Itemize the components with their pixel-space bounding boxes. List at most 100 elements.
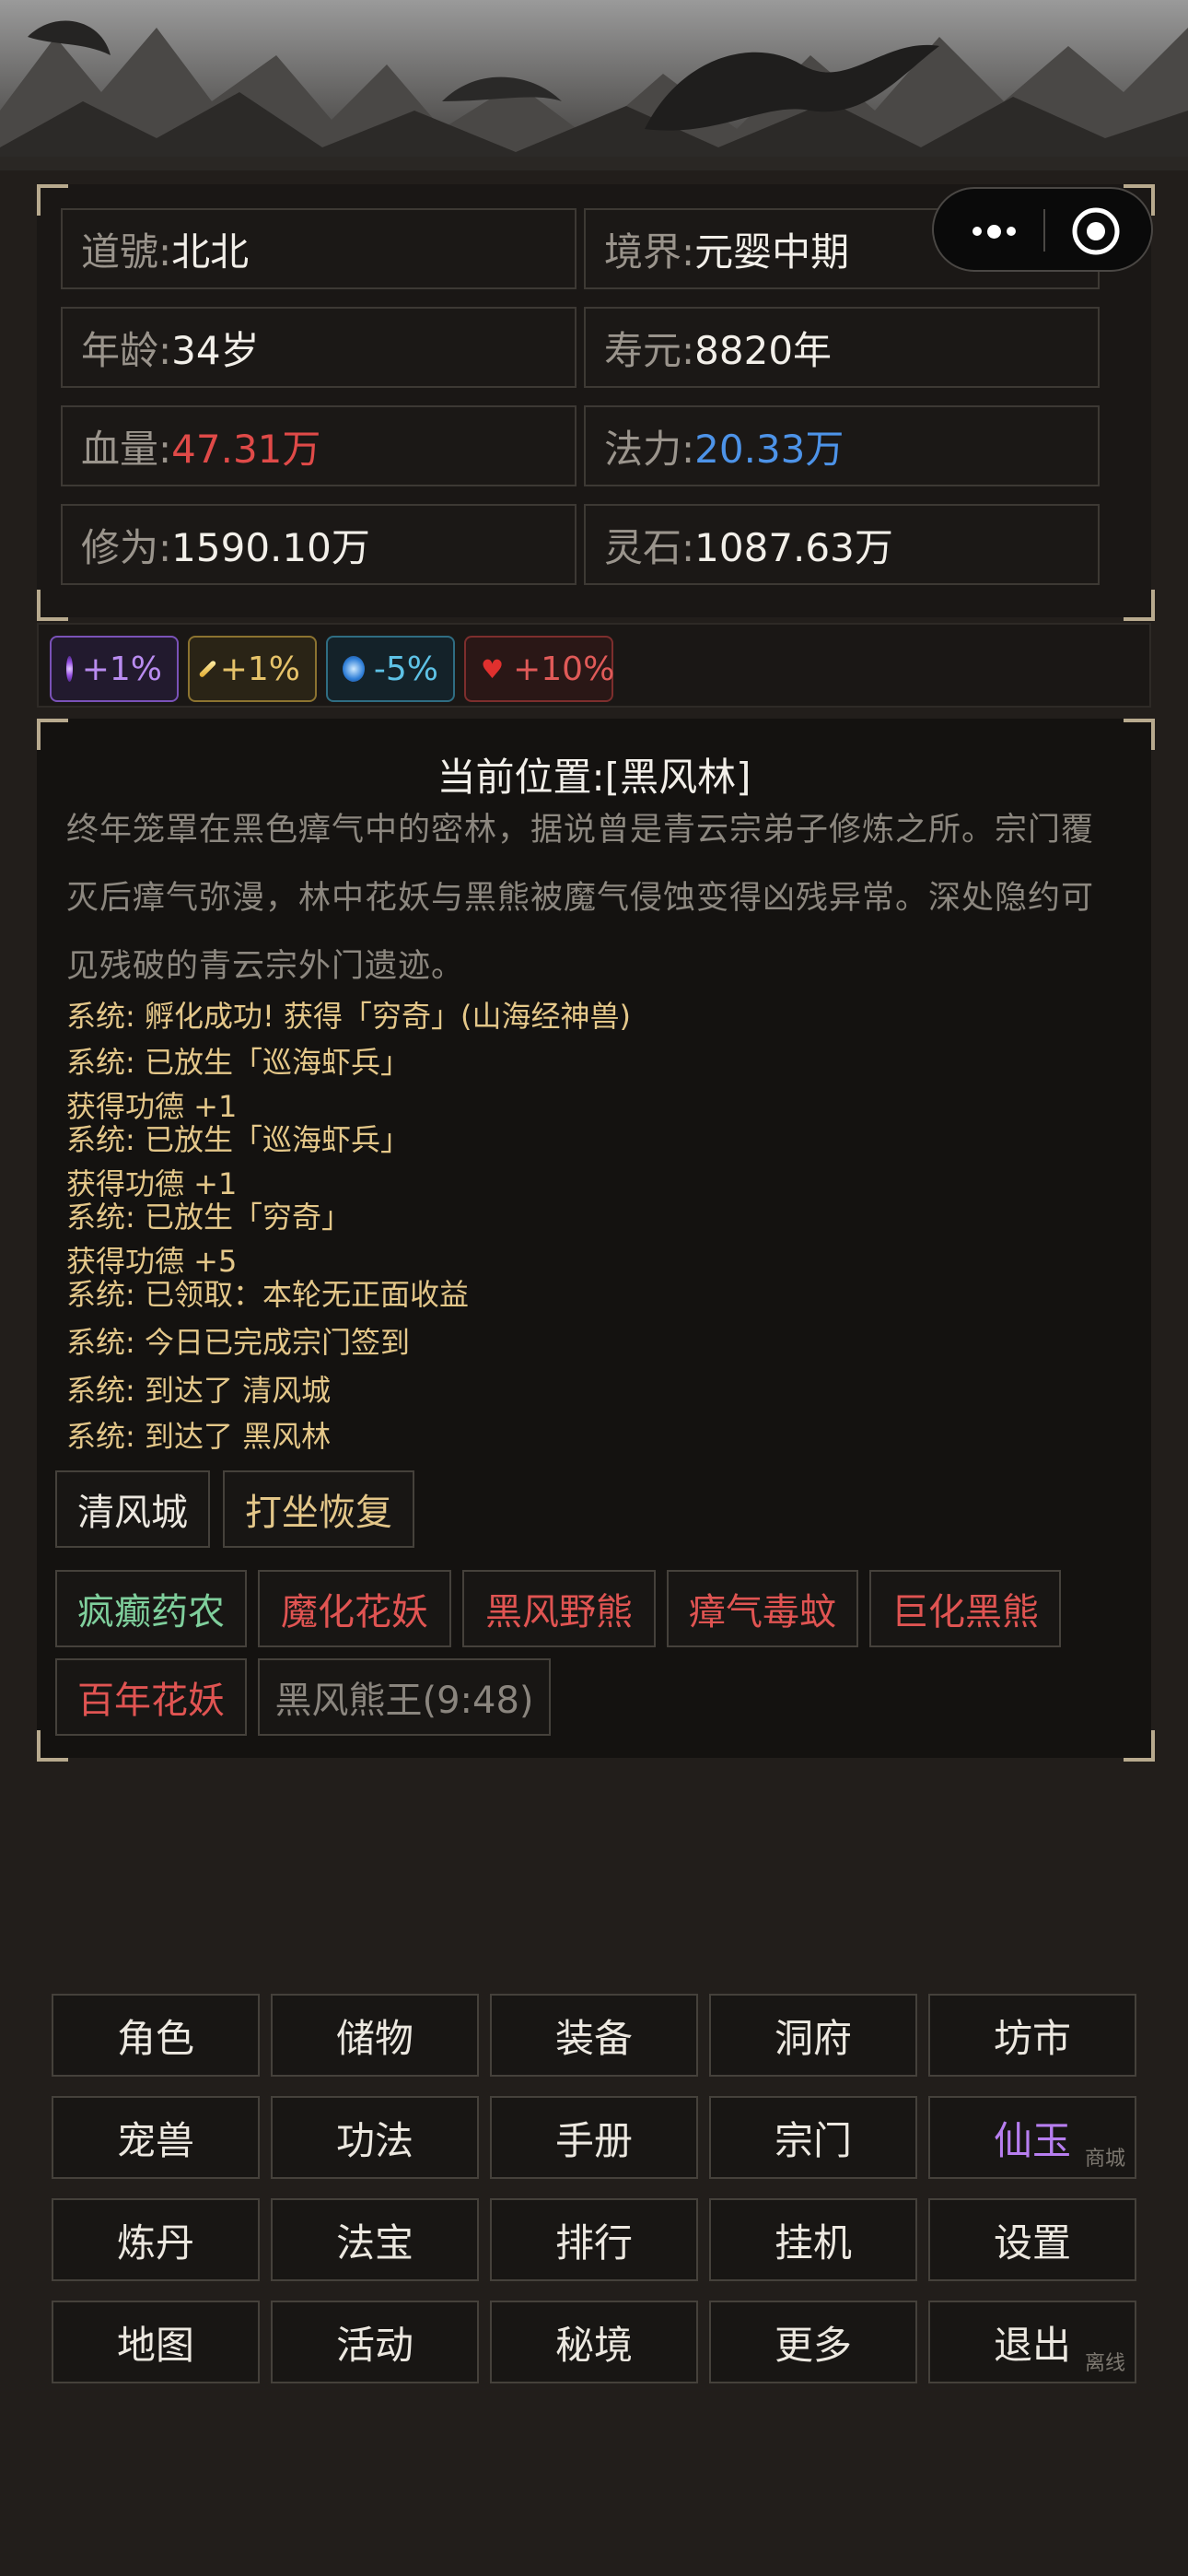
menu-label: 排行 [554,2219,633,2266]
menu-role-button[interactable]: 角色 [52,1994,260,2077]
menu-label: 坊市 [993,2015,1071,2061]
menu-market-button[interactable]: 坊市 [928,1994,1136,2077]
purple-swirl-icon [66,656,73,682]
stat-value: 8820年 [694,327,833,373]
frame-corner [1124,590,1155,621]
menu-label: 法宝 [335,2219,413,2266]
meditate-button[interactable]: 打坐恢复 [223,1470,414,1548]
menu-equipment-button[interactable]: 装备 [490,1994,698,2077]
buff-value: +1% [219,650,300,688]
frame-corner [37,1730,68,1762]
monster-button[interactable]: 百年花妖 [55,1658,247,1736]
monster-button[interactable]: 疯癫药农 [55,1570,247,1647]
menu-map-button[interactable]: 地图 [52,2301,260,2383]
menu-settings-button[interactable]: 设置 [928,2198,1136,2281]
monster-button[interactable]: 黑风野熊 [462,1570,656,1647]
buff-value: -5% [373,650,438,688]
boss-button[interactable]: 黑风熊王(9:48) [258,1658,551,1736]
location-title: 当前位置:[黑风林] [437,755,751,800]
buff-badge[interactable]: ♥ +10% [464,636,614,702]
gold-gem-icon [198,660,217,678]
blue-orb-icon [343,656,365,682]
menu-pets-button[interactable]: 宠兽 [52,2096,260,2179]
stat-value: 1590.10万 [171,524,370,570]
menu-storage-button[interactable]: 储物 [271,1994,479,2077]
menu-logout-button[interactable]: 退出 离线 [928,2301,1136,2383]
menu-label: 更多 [774,2322,852,2368]
header-banner [0,0,1188,170]
stat-shouyuan: 寿元: 8820年 [584,307,1100,388]
menu-label: 宗门 [774,2117,852,2163]
menu-label: 宠兽 [116,2117,194,2163]
stat-label: 修为: [81,524,172,570]
menu-label: 储物 [335,2015,413,2061]
stat-lingshi: 灵石: 1087.63万 [584,504,1100,585]
close-miniprogram-button[interactable] [1070,205,1122,257]
menu-sublabel: 商城 [1084,2148,1125,2171]
capsule-divider [1043,209,1045,252]
buff-badge[interactable]: -5% [326,636,455,702]
stat-value: 1087.63万 [694,524,893,570]
stat-mana: 法力: 20.33万 [584,405,1100,486]
menu-events-button[interactable]: 活动 [271,2301,479,2383]
log-line: 系统: 已放生「穷奇」 [66,1200,351,1235]
log-line: 系统: 孵化成功! 获得「穷奇」(山海经神兽) [66,999,631,1034]
menu-sublabel: 离线 [1084,2352,1125,2375]
log-line: 系统: 已放生「巡海虾兵」 [66,1045,410,1080]
buff-badge[interactable]: +1% [50,636,179,702]
menu-label: 设置 [993,2219,1071,2266]
more-dots-icon [972,224,1016,239]
stat-xiuwei: 修为: 1590.10万 [61,504,577,585]
frame-corner [37,184,68,216]
monster-button[interactable]: 巨化黑熊 [869,1570,1061,1647]
menu-label: 功法 [335,2117,413,2163]
mountain-dragon-illustration [0,0,1188,170]
log-line: 系统: 今日已完成宗门签到 [66,1325,410,1360]
log-line: 系统: 到达了 清风城 [66,1373,332,1408]
menu-label: 角色 [116,2015,194,2061]
target-circle-icon [1072,207,1120,255]
stat-value: 34岁 [171,327,260,373]
frame-corner [37,590,68,621]
menu-label: 挂机 [774,2219,852,2266]
menu-label: 地图 [116,2322,194,2368]
more-options-button[interactable] [961,213,1026,250]
stat-value: 20.33万 [694,426,844,472]
stat-label: 血量: [81,426,172,472]
menu-ranking-button[interactable]: 排行 [490,2198,698,2281]
stat-label: 法力: [604,426,695,472]
menu-label: 炼丹 [116,2219,194,2266]
menu-more-button[interactable]: 更多 [709,2301,917,2383]
menu-label: 秘境 [554,2322,633,2368]
stat-value: 北北 [171,228,250,275]
log-line: 系统: 到达了 黑风林 [66,1419,332,1454]
menu-artifact-button[interactable]: 法宝 [271,2198,479,2281]
monster-button[interactable]: 瘴气毒蚊 [667,1570,858,1647]
menu-handbook-button[interactable]: 手册 [490,2096,698,2179]
menu-secret-realm-button[interactable]: 秘境 [490,2301,698,2383]
menu-alchemy-button[interactable]: 炼丹 [52,2198,260,2281]
buff-badge[interactable]: +1% [188,636,317,702]
frame-corner [1124,719,1155,750]
monster-button[interactable]: 魔化花妖 [258,1570,451,1647]
menu-label: 仙玉 [993,2117,1071,2163]
red-heart-icon: ♥ [481,653,505,685]
buff-bar: +1% +1% -5% ♥ +10% [37,623,1151,708]
stat-value: 元婴中期 [694,228,850,275]
menu-label: 洞府 [774,2015,852,2061]
frame-corner [37,719,68,750]
frame-corner [1124,1730,1155,1762]
buff-value: +1% [81,650,162,688]
menu-label: 退出 [993,2322,1071,2368]
menu-shop-button[interactable]: 仙玉 商城 [928,2096,1136,2179]
travel-button[interactable]: 清风城 [55,1470,210,1548]
menu-cave-button[interactable]: 洞府 [709,1994,917,2077]
menu-label: 手册 [554,2117,633,2163]
menu-idle-button[interactable]: 挂机 [709,2198,917,2281]
stat-label: 境界: [604,228,695,275]
stat-label: 年龄: [81,327,172,373]
log-line: 系统: 已放生「巡海虾兵」 [66,1122,410,1157]
menu-sect-button[interactable]: 宗门 [709,2096,917,2179]
menu-skills-button[interactable]: 功法 [271,2096,479,2179]
menu-label: 装备 [554,2015,633,2061]
